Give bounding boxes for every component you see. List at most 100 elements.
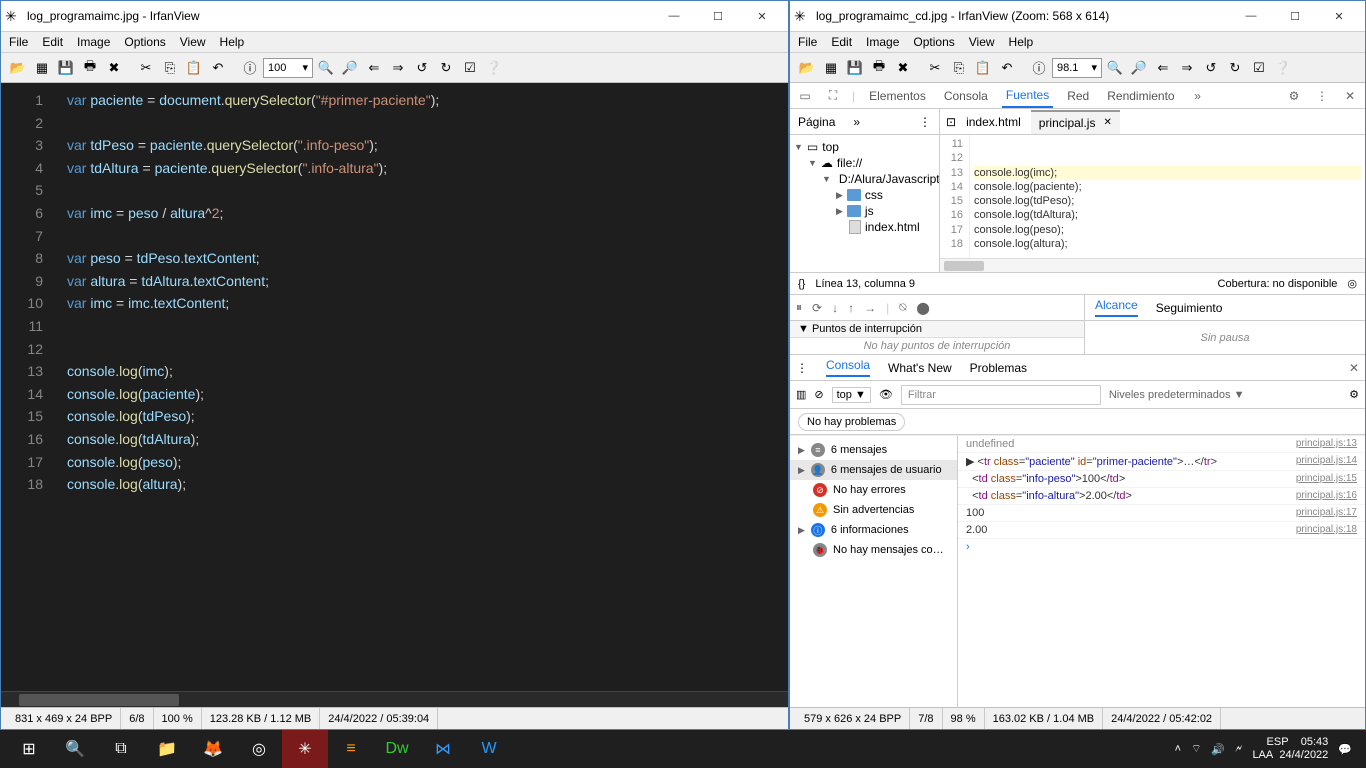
tab-consola[interactable]: Consola	[940, 85, 992, 107]
breakpoints-header[interactable]: ▼ Puntos de interrupción	[790, 321, 1084, 338]
menu-image[interactable]: Image	[77, 35, 110, 49]
nav-icon[interactable]: ⊡	[946, 115, 956, 129]
gear-icon[interactable]: ⚙	[1285, 89, 1303, 103]
gear-icon[interactable]: ⚙	[1349, 388, 1359, 401]
tab-rendimiento[interactable]: Rendimiento	[1103, 85, 1178, 107]
help-icon[interactable]: ❔	[483, 57, 505, 79]
menu-edit[interactable]: Edit	[831, 35, 852, 49]
settings-icon[interactable]: ☑	[459, 57, 481, 79]
dreamweaver-icon[interactable]: Dw	[374, 730, 420, 768]
settings-icon[interactable]: ☑	[1248, 57, 1270, 79]
rotate-left-icon[interactable]: ↺	[411, 57, 433, 79]
taskbar[interactable]: ⊞ 🔍 ⧉ 📁 🦊 ◎ ✳ ≡ Dw ⋈ W ˄ ⌔ 🔊 🗲 ESP 05:43…	[0, 730, 1366, 768]
inspect-icon[interactable]: ▭	[796, 89, 814, 103]
menu-image[interactable]: Image	[866, 35, 899, 49]
close-button[interactable]: ✕	[1317, 2, 1361, 30]
file-tree[interactable]: ▼▭top ▼☁file:// ▼D:/Alura/Javascript ▶cs…	[790, 135, 939, 272]
copy-icon[interactable]: ⎘	[159, 57, 181, 79]
console-output[interactable]: undefinedprincipal.js:13▶ <tr class="pac…	[958, 436, 1365, 707]
maximize-button[interactable]: ☐	[1273, 2, 1317, 30]
undo-icon[interactable]: ↶	[996, 57, 1018, 79]
word-icon[interactable]: W	[466, 730, 512, 768]
vscode-icon[interactable]: ⋈	[420, 730, 466, 768]
system-tray[interactable]: ˄ ⌔ 🔊 🗲 ESP 05:43 LAA 24/4/2022 💬	[1175, 736, 1360, 762]
next-icon[interactable]: ⇒	[1176, 57, 1198, 79]
menu-file[interactable]: File	[9, 35, 28, 49]
minimize-button[interactable]: —	[1229, 2, 1273, 30]
menu-options[interactable]: Options	[913, 35, 954, 49]
print-icon[interactable]: 🖶	[868, 57, 890, 79]
tab-whatsnew[interactable]: What's New	[888, 361, 952, 375]
thumbnails-icon[interactable]: ▦	[31, 57, 53, 79]
cut-icon[interactable]: ✂	[135, 57, 157, 79]
step-into-icon[interactable]: ↓	[832, 301, 838, 315]
tab-consola[interactable]: Consola	[826, 358, 870, 377]
rotate-right-icon[interactable]: ↻	[435, 57, 457, 79]
zoom-out-icon[interactable]: 🔎	[339, 57, 361, 79]
zoom-input[interactable]: 98.1▾	[1052, 58, 1102, 78]
undo-icon[interactable]: ↶	[207, 57, 229, 79]
menu-edit[interactable]: Edit	[42, 35, 63, 49]
zoom-in-icon[interactable]: 🔍	[1104, 57, 1126, 79]
thumbnails-icon[interactable]: ▦	[820, 57, 842, 79]
kebab-icon[interactable]: ⋮	[796, 361, 808, 375]
zoom-in-icon[interactable]: 🔍	[315, 57, 337, 79]
sublime-icon[interactable]: ≡	[328, 730, 374, 768]
tab-alcance[interactable]: Alcance	[1095, 298, 1138, 317]
source-code[interactable]: 1112131415161718 console.log(imc);consol…	[940, 135, 1365, 272]
volume-icon[interactable]: 🔊	[1211, 743, 1225, 756]
menu-file[interactable]: File	[798, 35, 817, 49]
horizontal-scrollbar[interactable]	[940, 258, 1365, 272]
file-explorer-icon[interactable]: 📁	[144, 730, 190, 768]
rotate-right-icon[interactable]: ↻	[1224, 57, 1246, 79]
cut-icon[interactable]: ✂	[924, 57, 946, 79]
step-over-icon[interactable]: ⟳	[812, 301, 822, 315]
console-sidebar[interactable]: ▶≡6 mensajes▶👤6 mensajes de usuario⊘No h…	[790, 436, 958, 707]
menu-view[interactable]: View	[969, 35, 995, 49]
save-icon[interactable]: 💾	[55, 57, 77, 79]
titlebar-left[interactable]: ✳ log_programaimc.jpg - IrfanView — ☐ ✕	[1, 1, 788, 31]
tab-seguimiento[interactable]: Seguimiento	[1156, 301, 1223, 315]
save-icon[interactable]: 💾	[844, 57, 866, 79]
file-tab-index[interactable]: index.html	[958, 111, 1029, 133]
help-icon[interactable]: ❔	[1272, 57, 1294, 79]
device-icon[interactable]: ⛶	[824, 88, 842, 103]
zoom-input[interactable]: 100▾	[263, 58, 313, 78]
maximize-button[interactable]: ☐	[696, 2, 740, 30]
copy-icon[interactable]: ⎘	[948, 57, 970, 79]
clock[interactable]: ESP 05:43 LAA 24/4/2022	[1252, 736, 1328, 762]
filter-input[interactable]: Filtrar	[901, 385, 1101, 405]
levels-selector[interactable]: Niveles predeterminados ▼	[1109, 389, 1245, 401]
zoom-out-icon[interactable]: 🔎	[1128, 57, 1150, 79]
chevron-up-icon[interactable]: ˄	[1175, 743, 1181, 755]
sidebar-toggle-icon[interactable]: ▥	[796, 388, 806, 401]
task-view-button[interactable]: ⧉	[98, 730, 144, 768]
next-icon[interactable]: ⇒	[387, 57, 409, 79]
print-icon[interactable]: 🖶	[79, 57, 101, 79]
kebab-icon[interactable]: ⋮	[1313, 89, 1331, 103]
firefox-icon[interactable]: 🦊	[190, 730, 236, 768]
rotate-left-icon[interactable]: ↺	[1200, 57, 1222, 79]
tab-red[interactable]: Red	[1063, 85, 1093, 107]
context-selector[interactable]: top ▼	[832, 387, 871, 403]
format-icon[interactable]: {}	[798, 278, 805, 290]
paste-icon[interactable]: 📋	[972, 57, 994, 79]
start-button[interactable]: ⊞	[6, 730, 52, 768]
notifications-icon[interactable]: 💬	[1338, 743, 1352, 756]
menu-options[interactable]: Options	[124, 35, 165, 49]
clear-console-icon[interactable]: ⊘	[814, 388, 823, 401]
app-icon[interactable]: ✳	[282, 730, 328, 768]
chrome-icon[interactable]: ◎	[236, 730, 282, 768]
battery-icon[interactable]: 🗲	[1235, 743, 1242, 756]
more-tabs-icon[interactable]: »	[1189, 89, 1207, 103]
file-tab-principal[interactable]: principal.js✕	[1031, 110, 1120, 134]
open-icon[interactable]: 📂	[796, 57, 818, 79]
search-button[interactable]: 🔍	[52, 730, 98, 768]
more-icon[interactable]: »	[853, 115, 860, 129]
coverage-icon[interactable]: ◎	[1347, 277, 1357, 290]
paste-icon[interactable]: 📋	[183, 57, 205, 79]
delete-icon[interactable]: ✖	[103, 57, 125, 79]
info-icon[interactable]: ⓘ	[1028, 57, 1050, 79]
titlebar-right[interactable]: ✳ log_programaimc_cd.jpg - IrfanView (Zo…	[790, 1, 1365, 31]
close-button[interactable]: ✕	[740, 2, 784, 30]
